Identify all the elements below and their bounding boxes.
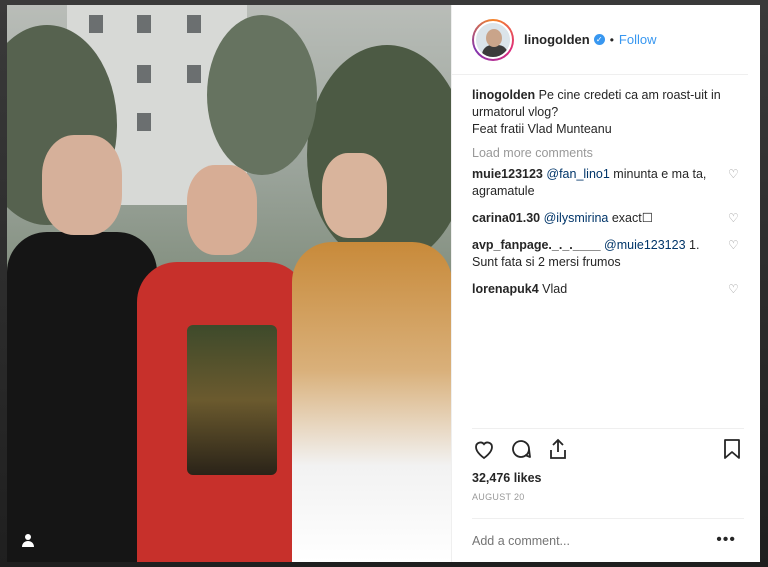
comment-like-heart-icon[interactable]: ♡ <box>728 283 740 295</box>
post-header: linogolden ✓ • Follow <box>452 5 748 75</box>
building-window <box>137 15 151 33</box>
comment-username[interactable]: muie123123 <box>472 167 543 181</box>
header-separator: • <box>609 32 614 47</box>
comment-text: exact☐ <box>611 211 653 225</box>
verified-badge-icon: ✓ <box>593 34 605 45</box>
user-tag-icon[interactable] <box>20 532 36 548</box>
post-caption: linogolden Pe cine credeti ca am roast-u… <box>472 87 744 138</box>
comment-item: lorenapuk4 Vlad ♡ <box>472 281 744 298</box>
add-comment-bar: ••• <box>472 518 744 562</box>
share-icon[interactable] <box>546 437 570 461</box>
likes-count[interactable]: 32,476 likes <box>472 471 542 485</box>
comment-icon[interactable] <box>509 437 533 461</box>
person-right <box>292 242 451 562</box>
follow-button[interactable]: Follow <box>619 32 657 47</box>
add-comment-input[interactable] <box>472 533 692 548</box>
more-options-icon[interactable]: ••• <box>716 531 736 549</box>
post-date: AUGUST 20 <box>472 492 525 502</box>
post-photo[interactable] <box>7 5 451 562</box>
building-window <box>187 65 201 83</box>
comment-username[interactable]: lorenapuk4 <box>472 282 539 296</box>
comment-mention[interactable]: @fan_lino1 <box>546 167 609 181</box>
building-window <box>137 65 151 83</box>
person-left-head <box>42 135 122 235</box>
building-window <box>187 15 201 33</box>
background-tree <box>207 15 317 175</box>
comment-like-heart-icon[interactable]: ♡ <box>728 212 740 224</box>
avatar[interactable] <box>472 18 514 61</box>
comment-username[interactable]: carina01.30 <box>472 211 540 225</box>
shirt-print <box>187 325 277 475</box>
caption-username[interactable]: linogolden <box>472 88 535 102</box>
bookmark-icon[interactable] <box>720 437 744 461</box>
comment-like-heart-icon[interactable]: ♡ <box>728 168 740 180</box>
comment-text: Vlad <box>542 282 568 296</box>
comments-list: linogolden Pe cine credeti ca am roast-u… <box>452 75 760 298</box>
person-left <box>7 232 157 562</box>
post-side-panel: linogolden ✓ • Follow linogolden Pe cine… <box>451 5 760 562</box>
comment-like-heart-icon[interactable]: ♡ <box>728 239 740 251</box>
comment-item: carina01.30 @ilysmirina exact☐ ♡ <box>472 210 744 227</box>
heart-icon[interactable] <box>472 437 496 461</box>
header-username[interactable]: linogolden <box>524 32 590 47</box>
load-more-comments-button[interactable]: Load more comments <box>472 145 744 162</box>
post-modal: linogolden ✓ • Follow linogolden Pe cine… <box>7 5 760 562</box>
comment-item: muie123123 @fan_lino1 minunta e ma ta, a… <box>472 166 744 200</box>
comment-mention[interactable]: @ilysmirina <box>544 211 609 225</box>
comment-item: avp_fanpage._._.____ @muie123123 1. Sunt… <box>472 237 744 271</box>
person-center-head <box>187 165 257 255</box>
background-tree <box>307 45 451 265</box>
comment-username[interactable]: avp_fanpage._._.____ <box>472 238 601 252</box>
building-window <box>137 113 151 131</box>
building-window <box>89 15 103 33</box>
post-actions-bar <box>472 428 744 470</box>
person-right-head <box>322 153 387 238</box>
comment-mention[interactable]: @muie123123 <box>604 238 686 252</box>
